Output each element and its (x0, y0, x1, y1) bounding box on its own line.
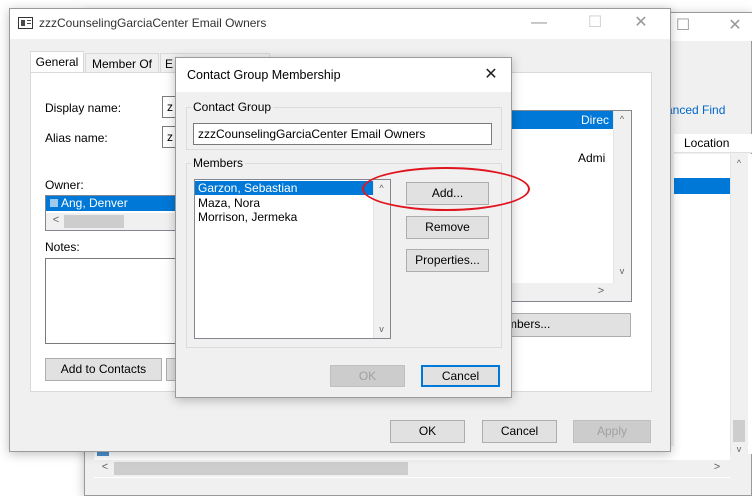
owner-item-icon (50, 199, 58, 207)
maximize-icon[interactable]: ☐ (582, 9, 608, 37)
owner-item-label: Ang, Denver (61, 196, 128, 210)
contact-group-label: Contact Group (191, 100, 274, 114)
list-item[interactable]: Garzon, Sebastian (195, 181, 373, 195)
scroll-down-icon[interactable]: v (613, 266, 631, 276)
remove-button[interactable]: Remove (406, 216, 489, 239)
maximize-icon[interactable]: ☐ (670, 12, 696, 40)
scroll-right-icon[interactable]: > (594, 285, 608, 297)
minimize-icon[interactable]: — (526, 9, 552, 37)
tab-general[interactable]: General (30, 51, 84, 73)
close-icon[interactable]: ✕ (476, 62, 506, 88)
owners-right-list-selected[interactable]: Direc (501, 111, 613, 129)
add-to-contacts-button[interactable]: Add to Contacts (45, 358, 162, 381)
highlight-oval (362, 167, 530, 211)
owner-selected-item[interactable]: Ang, Denver (46, 196, 182, 211)
dialog-cancel-button[interactable]: Cancel (421, 365, 500, 387)
close-icon[interactable]: ✕ (628, 9, 654, 37)
owners-right-list-admin: Admi (578, 151, 606, 165)
tab-member-of[interactable]: Member Of (85, 53, 159, 73)
notes-label: Notes: (45, 240, 80, 254)
membership-dialog-title: Contact Group Membership (187, 68, 341, 82)
back-hscroll-thumb[interactable] (114, 462, 408, 475)
owners-right-hscroll[interactable] (501, 283, 631, 301)
owners-window-title: zzzCounselingGarciaCenter Email Owners (39, 16, 267, 30)
contact-group-field[interactable]: zzzCounselingGarciaCenter Email Owners (193, 123, 492, 145)
owner-hscroll-thumb[interactable] (64, 215, 124, 228)
dialog-ok-button[interactable]: OK (330, 365, 405, 387)
owners-cancel-button[interactable]: Cancel (482, 420, 557, 443)
back-list-selected-row[interactable] (674, 178, 730, 194)
list-item[interactable]: Maza, Nora (198, 196, 260, 210)
properties-button[interactable]: Properties... (406, 249, 489, 272)
scroll-right-icon[interactable]: > (710, 461, 724, 473)
notes-field[interactable] (45, 258, 183, 344)
owner-label: Owner: (45, 178, 84, 192)
scroll-down-icon[interactable]: v (730, 444, 748, 454)
owners-right-vscroll[interactable] (613, 111, 631, 283)
display-name-label: Display name: (45, 101, 122, 115)
owners-ok-button[interactable]: OK (390, 420, 465, 443)
scroll-left-icon[interactable]: < (98, 461, 112, 473)
scroll-left-icon[interactable]: < (50, 214, 62, 226)
close-icon[interactable]: ✕ (722, 12, 748, 40)
scroll-up-icon[interactable]: ^ (613, 114, 631, 124)
list-item[interactable]: Morrison, Jermeka (198, 210, 297, 224)
members-button[interactable]: mbers... (500, 313, 631, 337)
contact-card-icon (18, 17, 33, 29)
members-label: Members (191, 156, 246, 170)
back-list-vscroll-thumb[interactable] (733, 420, 745, 442)
scroll-up-icon[interactable]: ^ (730, 158, 748, 168)
alias-name-label: Alias name: (45, 131, 108, 145)
scroll-down-icon[interactable]: v (373, 324, 390, 334)
owners-apply-button[interactable]: Apply (573, 420, 651, 443)
column-header-location[interactable]: Location (684, 136, 729, 150)
back-list-vscroll[interactable] (730, 154, 748, 454)
